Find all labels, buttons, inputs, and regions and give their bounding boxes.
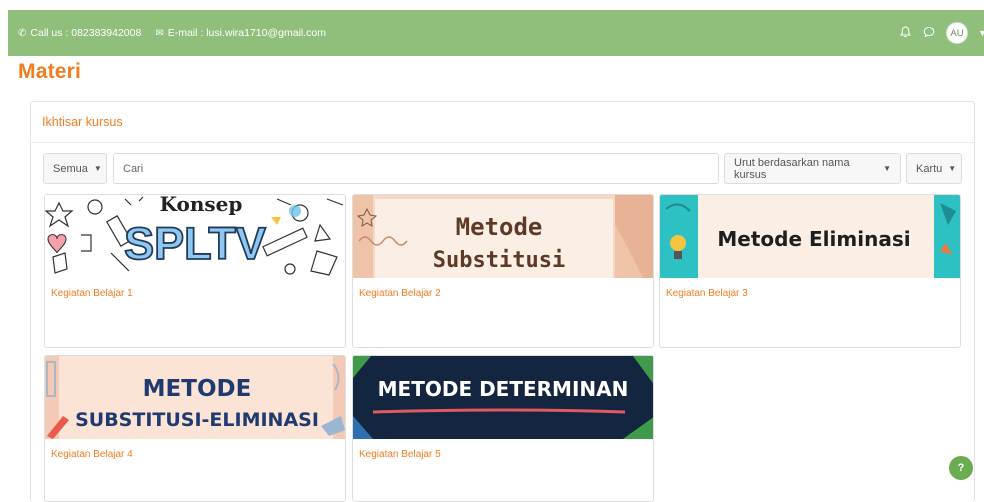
- chat-bubble-icon[interactable]: [922, 26, 936, 41]
- course-title[interactable]: Kegiatan Belajar 4: [45, 439, 345, 460]
- envelope-icon: ✉: [155, 27, 164, 39]
- view-dropdown[interactable]: Kartu ▼: [906, 153, 962, 184]
- course-card[interactable]: Metode Substitusi Kegiatan Belajar 2: [352, 194, 654, 348]
- call-us-text: Call us : 082383942008: [30, 27, 142, 39]
- course-card[interactable]: METODE SUBSTITUSI-ELIMINASI Kegiatan Bel…: [44, 355, 346, 502]
- course-card[interactable]: METODE DETERMINAN Kegiatan Belajar 5: [352, 355, 654, 502]
- image-title-text: METODE: [143, 376, 252, 402]
- course-card[interactable]: Metode Eliminasi Kegiatan Belajar 3: [659, 194, 961, 348]
- course-image[interactable]: Metode Substitusi: [353, 195, 653, 278]
- image-main-text: Substitusi: [433, 248, 565, 273]
- course-title[interactable]: Kegiatan Belajar 2: [353, 278, 653, 299]
- image-title-text: Metode: [456, 213, 543, 241]
- panel-header: Ikhtisar kursus: [31, 102, 974, 143]
- course-image[interactable]: METODE DETERMINAN: [353, 356, 653, 439]
- course-title[interactable]: Kegiatan Belajar 5: [353, 439, 653, 460]
- help-button[interactable]: ?: [949, 456, 973, 480]
- bell-icon[interactable]: [898, 25, 912, 41]
- course-image[interactable]: Konsep SPLTV: [45, 195, 345, 278]
- filter-bar: Semua ▼ Cari Urut berdasarkan nama kursu…: [43, 153, 963, 185]
- course-title[interactable]: Kegiatan Belajar 1: [45, 278, 345, 299]
- top-bar: ✆ Call us : 082383942008 ✉ E-mail : lusi…: [8, 10, 984, 56]
- page-title: Materi: [18, 60, 82, 83]
- email-text: E-mail : lusi.wira1710@gmail.com: [167, 27, 326, 39]
- panel-heading: Ikhtisar kursus: [42, 115, 123, 129]
- sort-value: Urut berdasarkan nama kursus: [734, 156, 850, 181]
- search-input[interactable]: Cari: [113, 153, 719, 184]
- sort-dropdown[interactable]: Urut berdasarkan nama kursus ▼: [724, 153, 901, 184]
- grouping-dropdown[interactable]: Semua ▼: [43, 153, 107, 184]
- contact-info: ✆ Call us : 082383942008 ✉ E-mail : lusi…: [18, 27, 326, 39]
- phone-icon: ✆: [18, 27, 27, 39]
- chevron-down-icon: ▼: [93, 164, 102, 173]
- image-main-text: SUBSTITUSI-ELIMINASI: [75, 409, 319, 431]
- chevron-down-icon: ▼: [883, 164, 891, 173]
- view-value: Kartu: [916, 162, 943, 175]
- image-title-text: Konsep: [160, 195, 243, 216]
- chevron-down-icon[interactable]: ▼: [978, 28, 984, 38]
- avatar[interactable]: AU: [946, 22, 968, 44]
- search-placeholder: Cari: [123, 162, 144, 175]
- course-card[interactable]: Konsep SPLTV Kegiatan Belajar 1: [44, 194, 346, 348]
- image-main-text: Metode Eliminasi: [717, 227, 910, 251]
- grouping-value: Semua: [53, 162, 88, 175]
- course-image[interactable]: Metode Eliminasi: [660, 195, 960, 278]
- chevron-down-icon: ▼: [948, 164, 957, 173]
- course-image[interactable]: METODE SUBSTITUSI-ELIMINASI: [45, 356, 345, 439]
- image-main-text: METODE DETERMINAN: [378, 377, 629, 401]
- course-title[interactable]: Kegiatan Belajar 3: [660, 278, 960, 299]
- image-main-text: SPLTV: [124, 218, 266, 269]
